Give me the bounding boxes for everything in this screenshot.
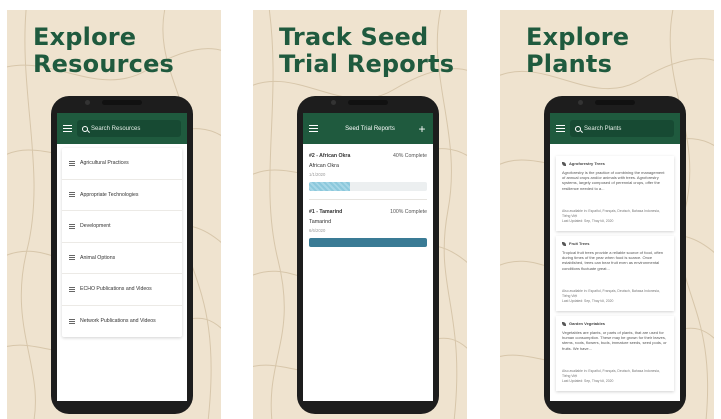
plant-card-title: Fruit Trees xyxy=(569,241,590,246)
progress-bar xyxy=(309,238,427,247)
camera-icon xyxy=(331,100,336,105)
list-icon xyxy=(69,160,75,166)
plus-icon[interactable]: + xyxy=(417,123,427,135)
list-icon xyxy=(69,318,75,324)
report-item[interactable]: #1 - Tamarind 100% Complete Tamarind 6/6… xyxy=(309,209,427,247)
report-name: Tamarind xyxy=(309,219,332,225)
search-placeholder: Search Plants xyxy=(584,125,622,132)
progress-fill xyxy=(309,238,427,247)
promo-panel-resources: Explore Resources Search Resources Agric… xyxy=(7,10,221,419)
phone-frame: Search Plants Agroforestry Trees Agrofor… xyxy=(544,96,686,414)
list-item-label: Development xyxy=(80,223,111,230)
plant-card-updated: Last Updated: Sep, Thay tôi, 2020 xyxy=(562,219,614,223)
headline: Explore Resources xyxy=(33,23,175,78)
page-title: Seed Trial Reports xyxy=(345,125,395,132)
report-id: #1 - Tamarind xyxy=(309,209,343,215)
plant-card-updated: Last Updated: Sep, Thay tôi, 2020 xyxy=(562,379,614,383)
plant-card-updated: Last Updated: Sep, Thay tôi, 2020 xyxy=(562,299,614,303)
phone-speaker xyxy=(348,100,388,105)
plant-card-text: Agroforestry is the practice of combinin… xyxy=(562,170,665,191)
list-icon xyxy=(69,192,75,198)
phone-frame: Search Resources Agricultural Practices … xyxy=(51,96,193,414)
phone-frame: Seed Trial Reports + #2 - African Okra 4… xyxy=(297,96,439,414)
plant-card[interactable]: Garden Vegetables Vegetables are plants,… xyxy=(556,316,674,391)
camera-icon xyxy=(578,100,583,105)
search-icon xyxy=(575,125,581,132)
list-item[interactable]: Animal Options xyxy=(62,243,182,274)
plant-card-languages: Also available in: Español, Français, De… xyxy=(562,369,660,378)
headline: Track Seed Trial Reports xyxy=(279,23,455,78)
promo-panel-reports: Track Seed Trial Reports Seed Trial Repo… xyxy=(253,10,467,419)
leaf-icon xyxy=(562,161,566,166)
app-bar: Search Plants xyxy=(550,113,680,144)
list-item-label: Appropriate Technologies xyxy=(80,191,139,198)
list-icon xyxy=(69,223,75,229)
menu-icon[interactable] xyxy=(556,125,565,132)
list-item-label: ECHO Publications and Videos xyxy=(80,286,152,293)
list-item[interactable]: Agricultural Practices xyxy=(62,148,182,180)
report-name: African Okra xyxy=(309,163,339,169)
menu-icon[interactable] xyxy=(63,125,72,132)
phone-screen: Search Resources Agricultural Practices … xyxy=(57,113,187,401)
list-item-label: Animal Options xyxy=(80,254,116,261)
plant-card[interactable]: Agroforestry Trees Agroforestry is the p… xyxy=(556,156,674,231)
search-input[interactable]: Search Resources xyxy=(77,120,181,137)
progress-fill xyxy=(309,182,351,191)
list-item-label: Agricultural Practices xyxy=(80,160,129,167)
phone-screen: Search Plants Agroforestry Trees Agrofor… xyxy=(550,113,680,401)
report-percent: 40% Complete xyxy=(392,153,427,159)
camera-icon xyxy=(85,100,90,105)
report-date: 6/6/2020 xyxy=(309,228,326,233)
leaf-icon xyxy=(562,321,566,326)
progress-bar xyxy=(309,182,427,191)
list-item-label: Network Publications and Videos xyxy=(80,318,156,325)
report-item[interactable]: #2 - African Okra 40% Complete African O… xyxy=(309,153,427,191)
search-input[interactable]: Search Plants xyxy=(570,120,674,137)
phone-screen: Seed Trial Reports + #2 - African Okra 4… xyxy=(303,113,433,401)
report-id: #2 - African Okra xyxy=(309,153,351,159)
list-item[interactable]: Appropriate Technologies xyxy=(62,180,182,211)
promo-panel-plants: Explore Plants Search Plants Agroforestr… xyxy=(500,10,714,419)
app-bar: Seed Trial Reports + xyxy=(303,113,433,144)
search-icon xyxy=(82,125,88,132)
list-icon xyxy=(69,255,75,261)
phone-speaker xyxy=(102,100,142,105)
plant-card-text: Tropical fruit trees provide a reliable … xyxy=(562,250,664,271)
report-percent: 100% Complete xyxy=(390,209,427,215)
plant-card-text: Vegetables are plants, or parts of plant… xyxy=(562,330,667,351)
menu-icon[interactable] xyxy=(309,125,318,132)
divider xyxy=(309,199,427,200)
plant-card-title: Garden Vegetables xyxy=(569,321,606,326)
search-placeholder: Search Resources xyxy=(91,125,141,132)
list-item[interactable]: ECHO Publications and Videos xyxy=(62,274,182,306)
plant-card[interactable]: Fruit Trees Tropical fruit trees provide… xyxy=(556,236,674,311)
leaf-icon xyxy=(562,241,566,246)
list-icon xyxy=(69,286,75,292)
plant-card-languages: Also available in: Español, Français, De… xyxy=(562,209,660,218)
headline: Explore Plants xyxy=(526,23,630,78)
list-item[interactable]: Development xyxy=(62,211,182,243)
resource-list: Agricultural Practices Appropriate Techn… xyxy=(62,148,182,337)
app-bar: Search Resources xyxy=(57,113,187,144)
list-item[interactable]: Network Publications and Videos xyxy=(62,306,182,338)
plant-card-title: Agroforestry Trees xyxy=(569,161,605,166)
report-date: 1/1/2020 xyxy=(309,172,326,177)
plant-card-languages: Also available in: Español, Français, De… xyxy=(562,289,660,298)
phone-speaker xyxy=(595,100,635,105)
